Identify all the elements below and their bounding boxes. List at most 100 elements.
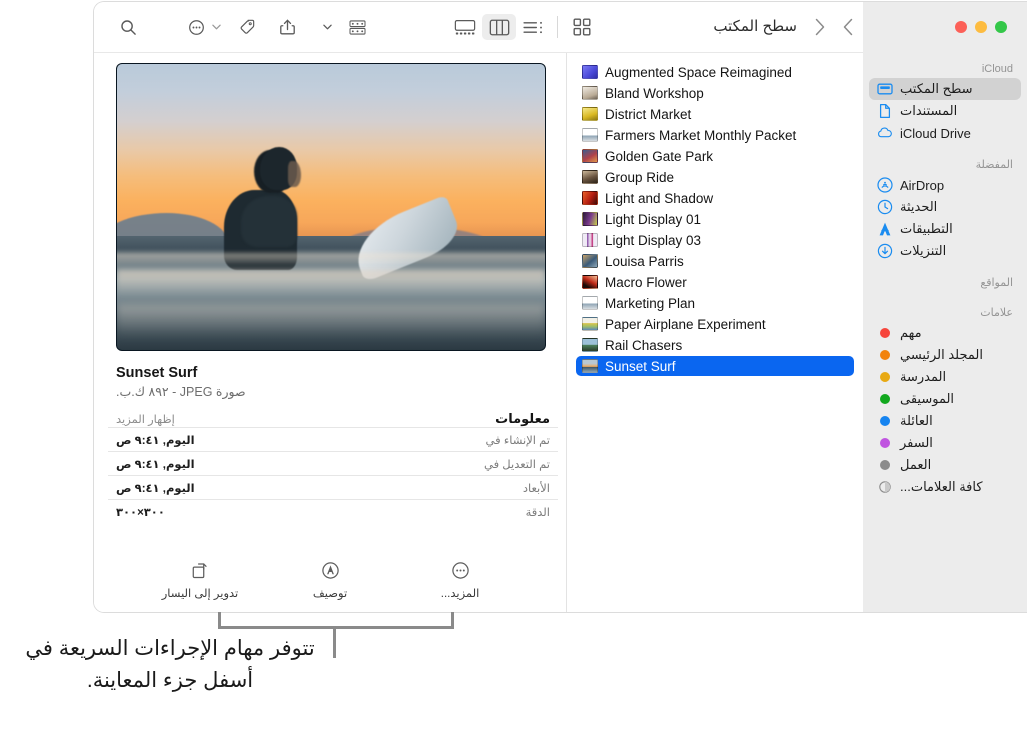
list-item[interactable]: Paper Airplane Experiment — [576, 314, 854, 334]
sidebar-section-header-tags: علامات — [980, 307, 1013, 319]
file-title: Sunset Surf — [116, 365, 198, 381]
preview-image — [116, 63, 546, 351]
quick-actions-bar: تدوير إلى اليسار توصيف المزيد... — [94, 559, 566, 600]
sidebar-item-tag-travel[interactable]: السفر — [869, 432, 1021, 454]
cloud-icon — [877, 125, 893, 141]
file-name: Light Display 03 — [605, 232, 702, 248]
file-name: Rail Chasers — [605, 337, 683, 353]
file-thumbnail-icon — [582, 359, 598, 373]
sidebar-item-tag-home[interactable]: المجلد الرئيسي — [869, 344, 1021, 366]
file-name: Light and Shadow — [605, 190, 714, 206]
group-icon[interactable] — [342, 14, 372, 40]
show-more-link[interactable]: إظهار المزيد — [116, 412, 175, 426]
quick-action-label: توصيف — [312, 588, 348, 600]
list-item[interactable]: Light Display 03 — [576, 230, 854, 250]
file-thumbnail-icon — [582, 170, 598, 184]
close-button[interactable] — [955, 21, 967, 33]
sidebar-item-label: الحديثة — [900, 199, 938, 214]
sidebar-item-tag-work[interactable]: العمل — [869, 454, 1021, 476]
info-row-value: اليوم, ٩:٤١ ص — [116, 434, 195, 447]
list-item[interactable]: Bland Workshop — [576, 83, 854, 103]
quick-action-label: تدوير إلى اليسار — [161, 588, 239, 600]
quick-action-more[interactable]: المزيد... — [418, 559, 502, 600]
quick-action-markup[interactable]: توصيف — [288, 559, 372, 600]
more-chevron-down-icon[interactable] — [212, 22, 221, 32]
file-thumbnail-icon — [582, 275, 598, 289]
zoom-button[interactable] — [995, 21, 1007, 33]
info-row: الدقة ٣٠٠×٣٠٠ — [108, 499, 558, 523]
sidebar-item-label: كافة العلامات... — [900, 479, 983, 494]
tab-grid-view[interactable] — [565, 14, 599, 40]
list-item-selected[interactable]: Sunset Surf — [576, 356, 854, 376]
sidebar-item-documents[interactable]: المستندات — [869, 100, 1021, 122]
list-item[interactable]: Louisa Parris — [576, 251, 854, 271]
file-list-column[interactable]: Augmented Space Reimagined Bland Worksho… — [566, 53, 863, 612]
info-row-value: اليوم, ٩:٤١ ص — [116, 458, 195, 471]
sidebar-item-tag-important[interactable]: مهم — [869, 322, 1021, 344]
minimize-button[interactable] — [975, 21, 987, 33]
sidebar-item-recents[interactable]: الحديثة — [869, 196, 1021, 218]
sidebar-item-label: المستندات — [900, 103, 958, 118]
file-name: Macro Flower — [605, 274, 687, 290]
more-circle-icon[interactable] — [181, 14, 211, 40]
sidebar[interactable]: iCloud سطح المكتب المستندات iCloud Drive — [863, 53, 1027, 612]
group-chevron-down-icon[interactable] — [312, 14, 342, 40]
tag-dot-icon — [877, 457, 893, 473]
list-item[interactable]: Rail Chasers — [576, 335, 854, 355]
tag-icon[interactable] — [232, 14, 262, 40]
search-icon[interactable] — [113, 14, 143, 40]
navigation-arrows[interactable] — [808, 15, 860, 39]
list-item[interactable]: Farmers Market Monthly Packet — [576, 125, 854, 145]
traffic-light-buttons[interactable] — [955, 21, 1007, 33]
more-circle-icon — [451, 559, 470, 581]
back-icon[interactable] — [836, 15, 860, 39]
rotate-left-icon — [191, 559, 210, 581]
downloads-icon — [877, 243, 893, 259]
file-name: Louisa Parris — [605, 253, 684, 269]
preview-pane: Sunset Surf صورة JPEG - ٨٩٢ ك.ب. معلومات… — [94, 53, 566, 612]
sidebar-item-airdrop[interactable]: AirDrop — [869, 174, 1021, 196]
sidebar-item-label: التطبيقات — [900, 221, 953, 236]
tab-list-view[interactable] — [516, 14, 550, 40]
photo-wave-mid — [117, 269, 545, 296]
sidebar-item-desktop[interactable]: سطح المكتب — [869, 78, 1021, 100]
file-thumbnail-icon — [582, 86, 598, 100]
list-item[interactable]: District Market — [576, 104, 854, 124]
list-item[interactable]: Light and Shadow — [576, 188, 854, 208]
sidebar-item-downloads[interactable]: التنزيلات — [869, 240, 1021, 262]
file-thumbnail-icon — [582, 317, 598, 331]
airdrop-icon — [877, 177, 893, 193]
sidebar-item-icloud-drive[interactable]: iCloud Drive — [869, 122, 1021, 144]
list-item[interactable]: Light Display 01 — [576, 209, 854, 229]
sidebar-item-tag-school[interactable]: المدرسة — [869, 366, 1021, 388]
tag-dot-icon — [877, 325, 893, 341]
list-item[interactable]: Macro Flower — [576, 272, 854, 292]
list-item[interactable]: Group Ride — [576, 167, 854, 187]
sunset-surf-photo — [117, 64, 545, 350]
clock-icon — [877, 199, 893, 215]
info-row-value: ٣٠٠×٣٠٠ — [116, 506, 165, 519]
toolbar-divider — [557, 16, 558, 38]
forward-icon[interactable] — [808, 15, 832, 39]
tab-gallery-view[interactable] — [448, 14, 482, 40]
sidebar-item-tag-family[interactable]: العائلة — [869, 410, 1021, 432]
file-thumbnail-icon — [582, 128, 598, 142]
quick-action-rotate-left[interactable]: تدوير إلى اليسار — [158, 559, 242, 600]
tab-column-view[interactable] — [482, 14, 516, 40]
callout-caption: تتوفر مهام الإجراءات السريعة في أسفل جزء… — [25, 637, 315, 692]
sidebar-item-applications[interactable]: التطبيقات — [869, 218, 1021, 240]
sidebar-item-all-tags[interactable]: كافة العلامات... — [869, 476, 1021, 498]
list-item[interactable]: Marketing Plan — [576, 293, 854, 313]
sidebar-item-tag-music[interactable]: الموسيقى — [869, 388, 1021, 410]
file-info-panel: Sunset Surf صورة JPEG - ٨٩٢ ك.ب. معلومات… — [108, 365, 558, 523]
desktop-icon — [877, 81, 893, 97]
tag-dot-icon — [877, 391, 893, 407]
file-name: Marketing Plan — [605, 295, 696, 311]
file-thumbnail-icon — [582, 338, 598, 352]
list-item[interactable]: Golden Gate Park — [576, 146, 854, 166]
list-item[interactable]: Augmented Space Reimagined — [576, 62, 854, 82]
share-icon[interactable] — [272, 14, 302, 40]
